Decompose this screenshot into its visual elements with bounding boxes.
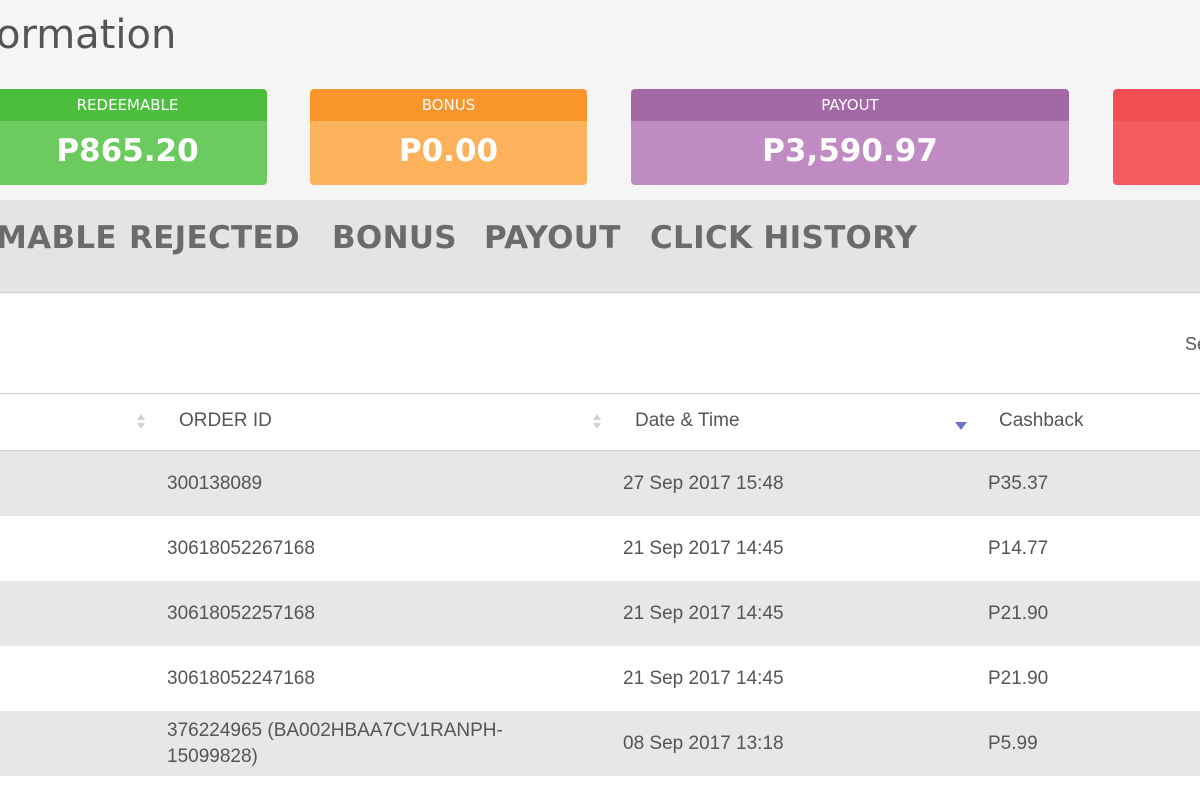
tab-click-history[interactable]: CLICK HISTORY	[650, 220, 917, 256]
datetime-cell: 27 Sep 2017 15:48	[623, 472, 784, 494]
tab-payout[interactable]: PAYOUT	[484, 220, 621, 256]
search-label: Se	[1185, 334, 1200, 354]
cashback-cell: P35.37	[988, 472, 1049, 494]
payout-card-value: P3,590.97	[631, 121, 1069, 185]
sort-icon[interactable]	[136, 412, 146, 432]
bonus-card-label: BONUS	[310, 89, 587, 121]
order-id-cell: 30618052267168	[167, 537, 315, 559]
cashback-cell: P21.90	[988, 602, 1049, 624]
fourth-card-label	[1113, 89, 1200, 121]
cashback-cell: P5.99	[988, 732, 1038, 754]
tab-rejected[interactable]: REJECTED	[129, 220, 300, 256]
tab-bar: MABLE REJECTED BONUS PAYOUT CLICK HISTOR…	[0, 200, 1200, 293]
payout-card[interactable]: PAYOUT P3,590.97	[631, 89, 1069, 185]
order-id-cell: 30618052247168	[167, 667, 315, 689]
payout-card-label: PAYOUT	[631, 89, 1069, 121]
order-id-cell: 30618052257168	[167, 602, 315, 624]
table-row[interactable]: 300138089 27 Sep 2017 15:48 P35.37	[0, 451, 1200, 516]
datetime-cell: 21 Sep 2017 14:45	[623, 667, 784, 689]
sort-icon[interactable]	[592, 412, 602, 432]
page-title: ormation	[0, 12, 177, 58]
sort-descending-icon[interactable]	[955, 422, 967, 430]
order-id-cell: 300138089	[167, 472, 263, 494]
tab-bonus[interactable]: BONUS	[332, 220, 457, 256]
redeemable-card-label: REDEEMABLE	[0, 89, 267, 121]
redeemable-card-value: P865.20	[0, 121, 267, 185]
bonus-card[interactable]: BONUS P0.00	[310, 89, 587, 185]
fourth-card-value	[1113, 121, 1200, 185]
cashback-cell: P14.77	[988, 537, 1049, 559]
cashback-cell: P21.90	[988, 667, 1049, 689]
datetime-cell: 08 Sep 2017 13:18	[623, 732, 784, 754]
column-header-order-id[interactable]: ORDER ID	[179, 410, 272, 432]
transactions-panel: Se ORDER ID Date & Time Cashback 3001380…	[0, 294, 1200, 800]
column-header-cashback[interactable]: Cashback	[999, 410, 1084, 432]
datetime-cell: 21 Sep 2017 14:45	[623, 537, 784, 559]
column-header-date-time[interactable]: Date & Time	[635, 410, 740, 432]
fourth-card[interactable]	[1113, 89, 1200, 185]
bonus-card-value: P0.00	[310, 121, 587, 185]
table-row[interactable]: 30618052247168 21 Sep 2017 14:45 P21.90	[0, 646, 1200, 711]
datetime-cell: 21 Sep 2017 14:45	[623, 602, 784, 624]
table-header: ORDER ID Date & Time Cashback	[0, 393, 1200, 451]
tab-redeemable[interactable]: MABLE	[0, 220, 117, 256]
table-row[interactable]: 30618052267168 21 Sep 2017 14:45 P14.77	[0, 516, 1200, 581]
table-body: 300138089 27 Sep 2017 15:48 P35.37 30618…	[0, 451, 1200, 776]
table-row[interactable]: 376224965 (BA002HBAA7CV1RANPH-15099828) …	[0, 711, 1200, 776]
order-id-cell: 376224965 (BA002HBAA7CV1RANPH-15099828)	[167, 719, 503, 767]
redeemable-card[interactable]: REDEEMABLE P865.20	[0, 89, 267, 185]
table-row[interactable]: 30618052257168 21 Sep 2017 14:45 P21.90	[0, 581, 1200, 646]
